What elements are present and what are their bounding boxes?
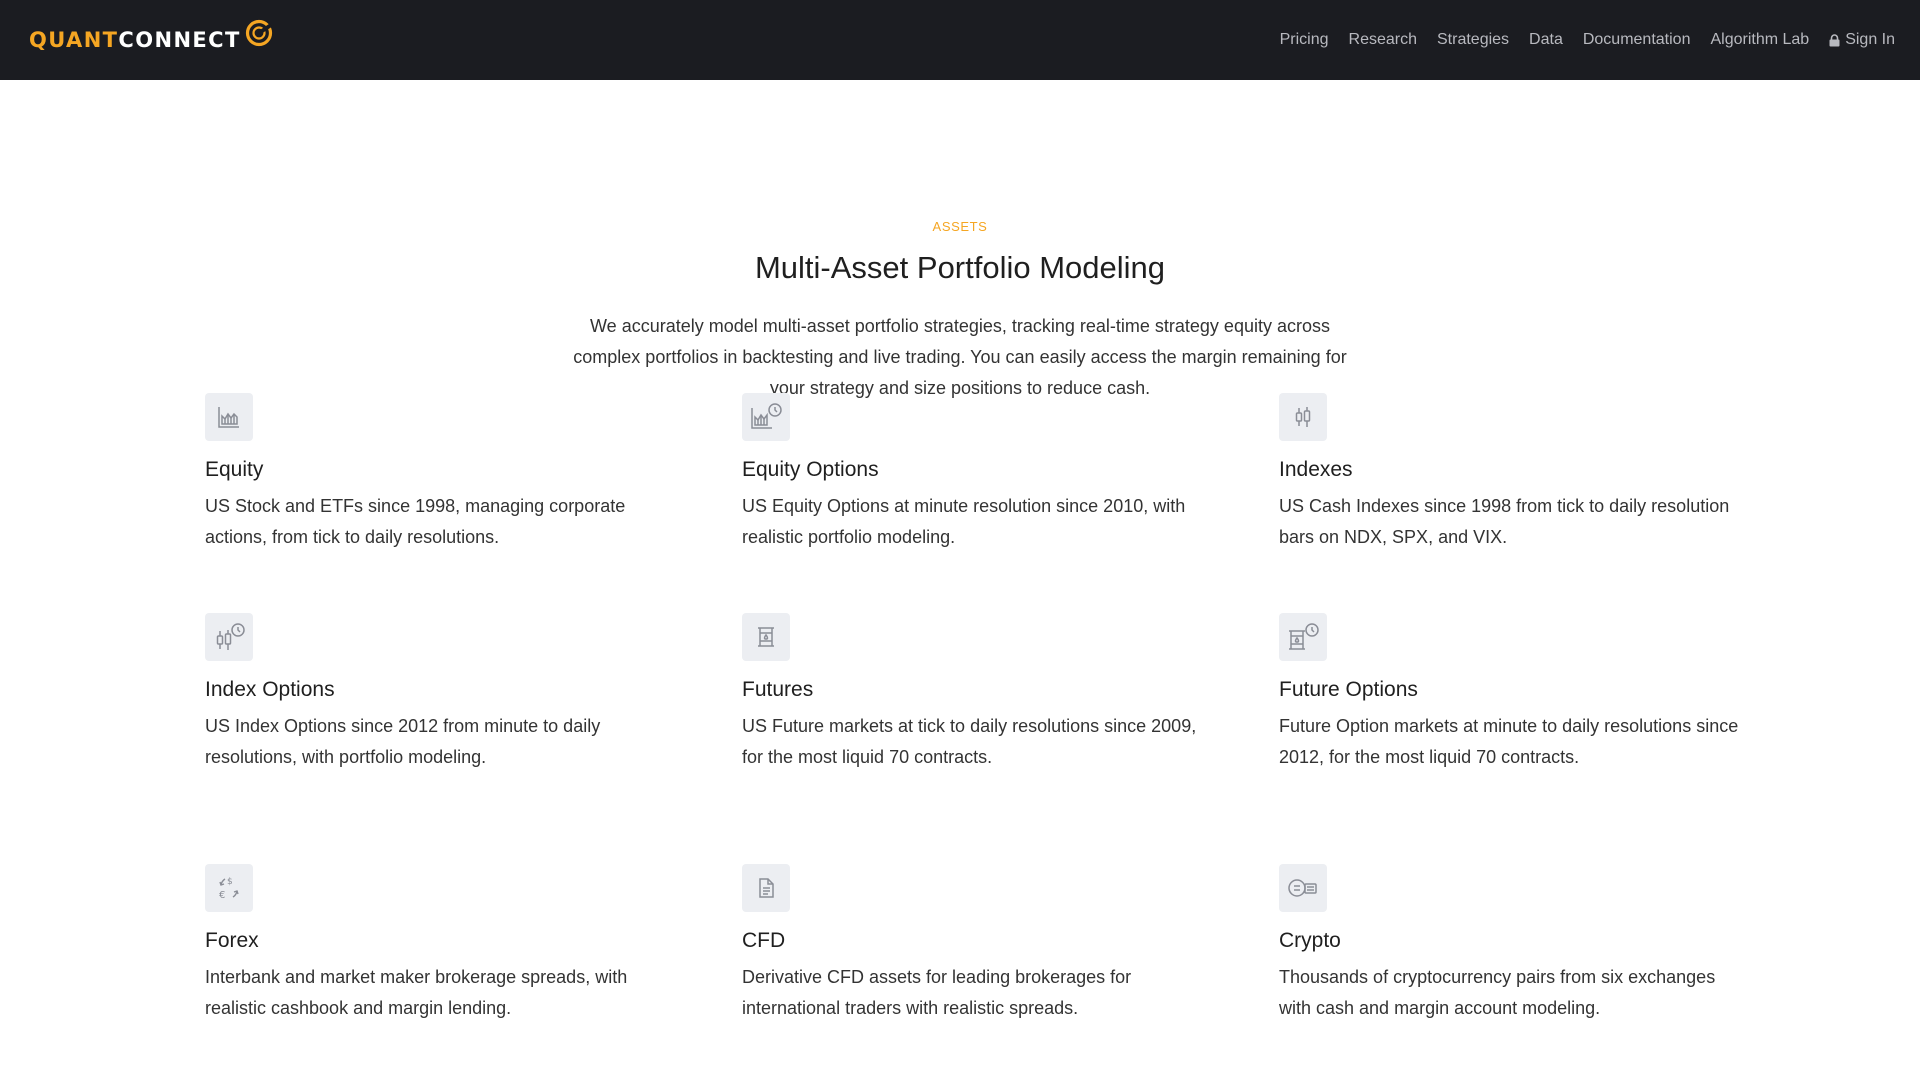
lock-icon: [1829, 33, 1840, 46]
asset-description: US Stock and ETFs since 1998, managing c…: [205, 496, 626, 547]
asset-title: Indexes: [1279, 458, 1353, 481]
top-navbar: QUANTCONNECT Pricing Research Strategies…: [0, 0, 1920, 80]
asset-description: US Future markets at tick to daily resol…: [742, 716, 1197, 767]
nav-data[interactable]: Data: [1529, 31, 1563, 49]
asset-card-crypto: Crypto Thousands of cryptocurrency pairs…: [1279, 864, 1749, 1024]
asset-card-forex: $ € Forex Interbank and market maker bro…: [205, 864, 675, 1024]
asset-card-indexes: Indexes US Cash Indexes since 1998 from …: [1279, 393, 1749, 553]
crypto-coins-icon: [1279, 864, 1327, 912]
quantconnect-logo[interactable]: QUANTCONNECT: [29, 19, 274, 52]
asset-title: Futures: [742, 678, 814, 701]
candlestick-icon: [1279, 393, 1327, 441]
asset-title: Forex: [205, 929, 259, 952]
nav-research[interactable]: Research: [1349, 31, 1417, 49]
logo-wordmark: QUANTCONNECT: [29, 27, 241, 52]
asset-title: Equity Options: [742, 458, 879, 481]
candlestick-clock-icon: [205, 613, 253, 661]
nav-strategies[interactable]: Strategies: [1437, 31, 1509, 49]
oil-barrel-icon: [742, 613, 790, 661]
document-icon: [742, 864, 790, 912]
asset-card-equity: Equity US Stock and ETFs since 1998, man…: [205, 393, 675, 553]
asset-description: Derivative CFD assets for leading broker…: [742, 967, 1132, 1018]
asset-title: Index Options: [205, 678, 335, 701]
svg-text:€: €: [219, 890, 225, 901]
asset-card-cfd: CFD Derivative CFD assets for leading br…: [742, 864, 1212, 1024]
nav-pricing[interactable]: Pricing: [1280, 31, 1329, 49]
asset-card-future-options: Future Options Future Option markets at …: [1279, 613, 1749, 773]
nav-algorithm-lab[interactable]: Algorithm Lab: [1710, 31, 1809, 49]
sign-in-label: Sign In: [1845, 31, 1895, 48]
equity-chart-icon: [205, 393, 253, 441]
oil-barrel-clock-icon: [1279, 613, 1327, 661]
section-intro: We accurately model multi-asset portfoli…: [573, 316, 1347, 398]
asset-description: US Equity Options at minute resolution s…: [742, 496, 1186, 547]
asset-description: Thousands of cryptocurrency pairs from s…: [1279, 967, 1716, 1018]
logo-connect-text: CONNECT: [118, 27, 241, 52]
logo-mark-icon: [245, 19, 272, 47]
asset-description: US Index Options since 2012 from minute …: [205, 716, 601, 767]
equity-options-icon: [742, 393, 790, 441]
main-nav: Pricing Research Strategies Data Documen…: [1280, 31, 1895, 49]
asset-card-futures: Futures US Future markets at tick to dai…: [742, 613, 1212, 773]
logo-quant-text: QUANT: [29, 27, 119, 52]
asset-card-equity-options: Equity Options US Equity Options at minu…: [742, 393, 1212, 553]
asset-title: CFD: [742, 929, 786, 952]
svg-text:$: $: [227, 877, 233, 887]
asset-card-index-options: Index Options US Index Options since 201…: [205, 613, 675, 773]
asset-description: US Cash Indexes since 1998 from tick to …: [1279, 496, 1730, 547]
asset-title: Future Options: [1279, 678, 1418, 701]
page-title: Multi-Asset Portfolio Modeling: [754, 250, 1166, 285]
asset-description: Interbank and market maker brokerage spr…: [205, 967, 628, 1018]
asset-title: Crypto: [1279, 929, 1341, 952]
section-eyebrow: ASSETS: [932, 219, 988, 234]
nav-documentation[interactable]: Documentation: [1583, 31, 1691, 49]
asset-title: Equity: [205, 458, 264, 481]
currency-exchange-icon: $ €: [205, 864, 253, 912]
nav-sign-in[interactable]: Sign In: [1829, 31, 1895, 49]
asset-description: Future Option markets at minute to daily…: [1279, 716, 1739, 767]
